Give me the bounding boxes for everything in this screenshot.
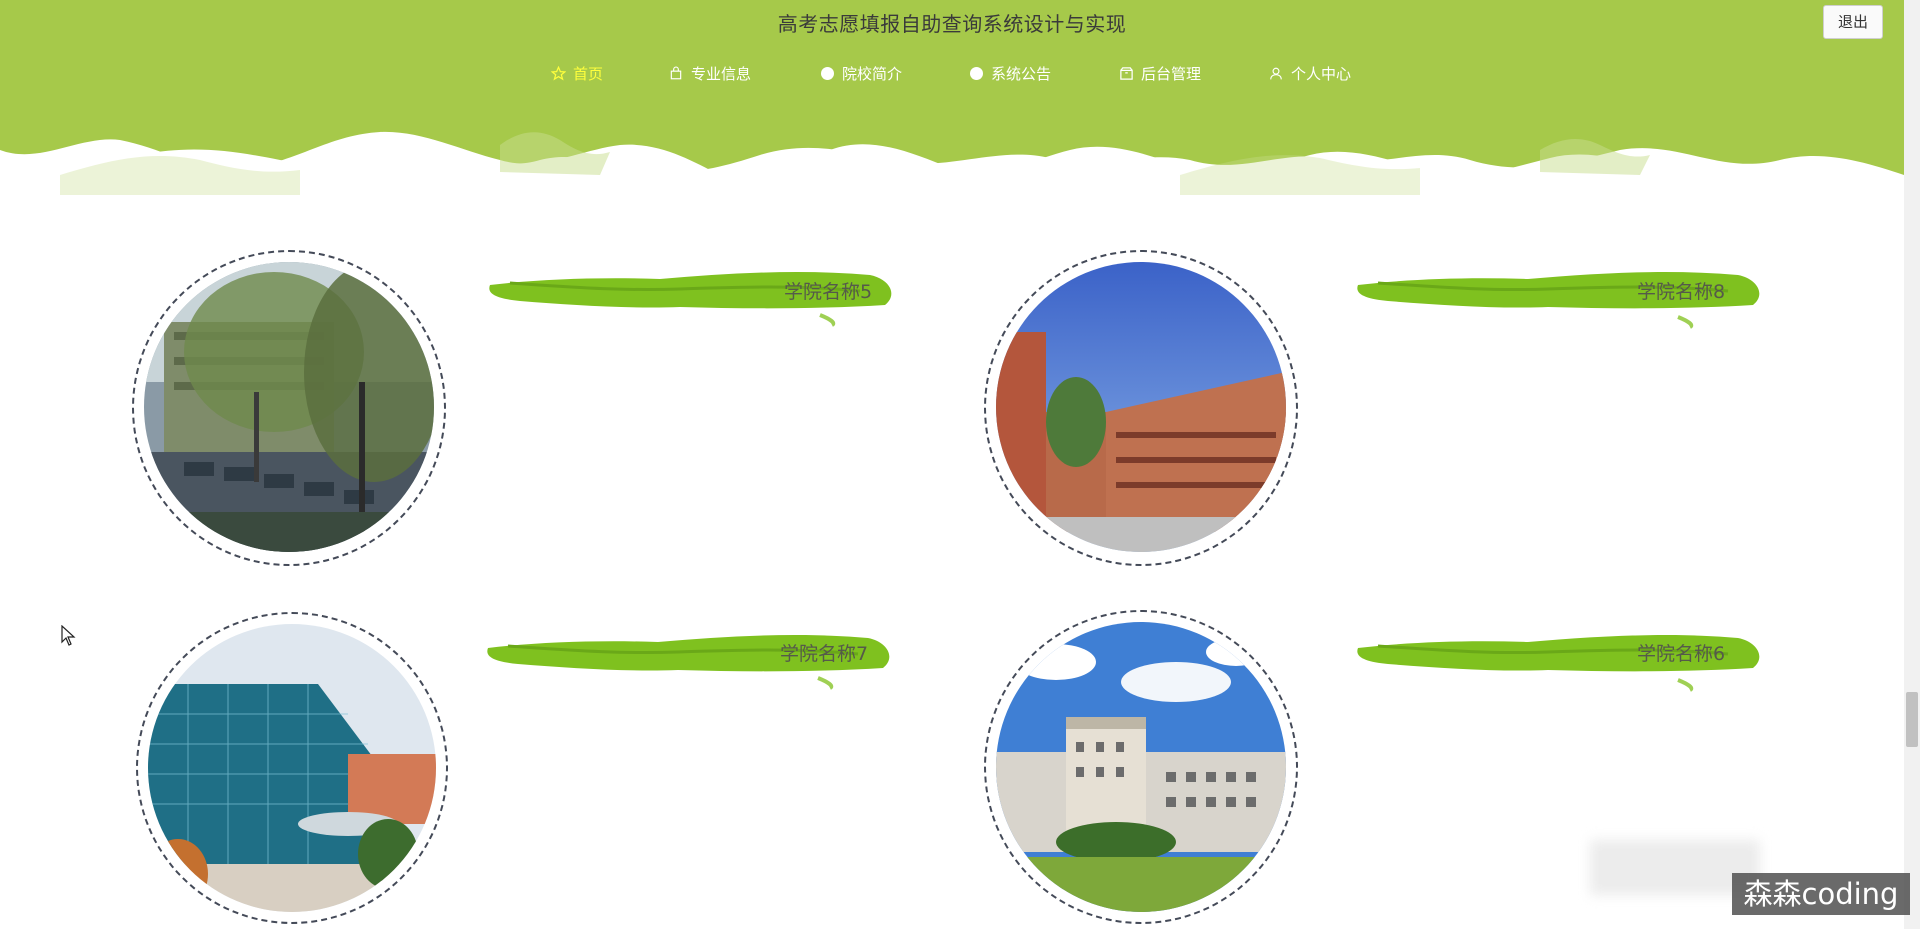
star-icon [550, 65, 566, 81]
nav-item-announcements[interactable]: 系统公告 [968, 60, 1051, 86]
college-name[interactable]: 学院名称7 [780, 639, 868, 666]
college-name[interactable]: 学院名称6 [1637, 639, 1725, 666]
nav-item-major-info[interactable]: 专业信息 [668, 60, 751, 86]
college-name[interactable]: 学院名称8 [1637, 277, 1725, 304]
page-scrollbar-thumb[interactable] [1906, 692, 1918, 747]
main-nav: 首页 专业信息 院校简介 系统公告 后台管理 个人中心 [0, 60, 1904, 86]
campus-trees-photo[interactable] [144, 262, 434, 552]
red-brick-building-photo[interactable] [996, 262, 1286, 552]
box-icon [1118, 65, 1134, 81]
nav-item-label: 系统公告 [991, 64, 1052, 83]
mouse-cursor-icon [61, 625, 76, 646]
nav-item-label: 个人中心 [1291, 64, 1352, 83]
nav-item-label: 后台管理 [1141, 64, 1202, 83]
nav-item-label: 院校简介 [842, 64, 903, 83]
nav-item-label: 专业信息 [691, 64, 752, 83]
college-name[interactable]: 学院名称5 [784, 277, 872, 304]
bag-icon [668, 65, 684, 81]
logout-button[interactable]: 退出 [1823, 5, 1883, 39]
user-icon [1268, 65, 1284, 81]
page-scrollbar-track[interactable] [1904, 0, 1920, 929]
nav-item-home[interactable]: 首页 [550, 60, 603, 86]
dot-icon [819, 65, 835, 81]
nav-item-college-intro[interactable]: 院校简介 [819, 60, 902, 86]
site-title: 高考志愿填报自助查询系统设计与实现 [777, 12, 1127, 36]
nav-item-label: 首页 [573, 64, 604, 83]
site-header: 高考志愿填报自助查询系统设计与实现 退出 首页 专业信息 院校简介 系统公告 后… [0, 0, 1904, 200]
glass-building-photo[interactable] [148, 624, 436, 912]
nav-item-admin[interactable]: 后台管理 [1118, 60, 1201, 86]
watermark-label: 森森coding [1732, 873, 1910, 915]
white-building-photo[interactable] [996, 622, 1286, 912]
dot-icon [968, 65, 984, 81]
nav-item-profile[interactable]: 个人中心 [1268, 60, 1351, 86]
